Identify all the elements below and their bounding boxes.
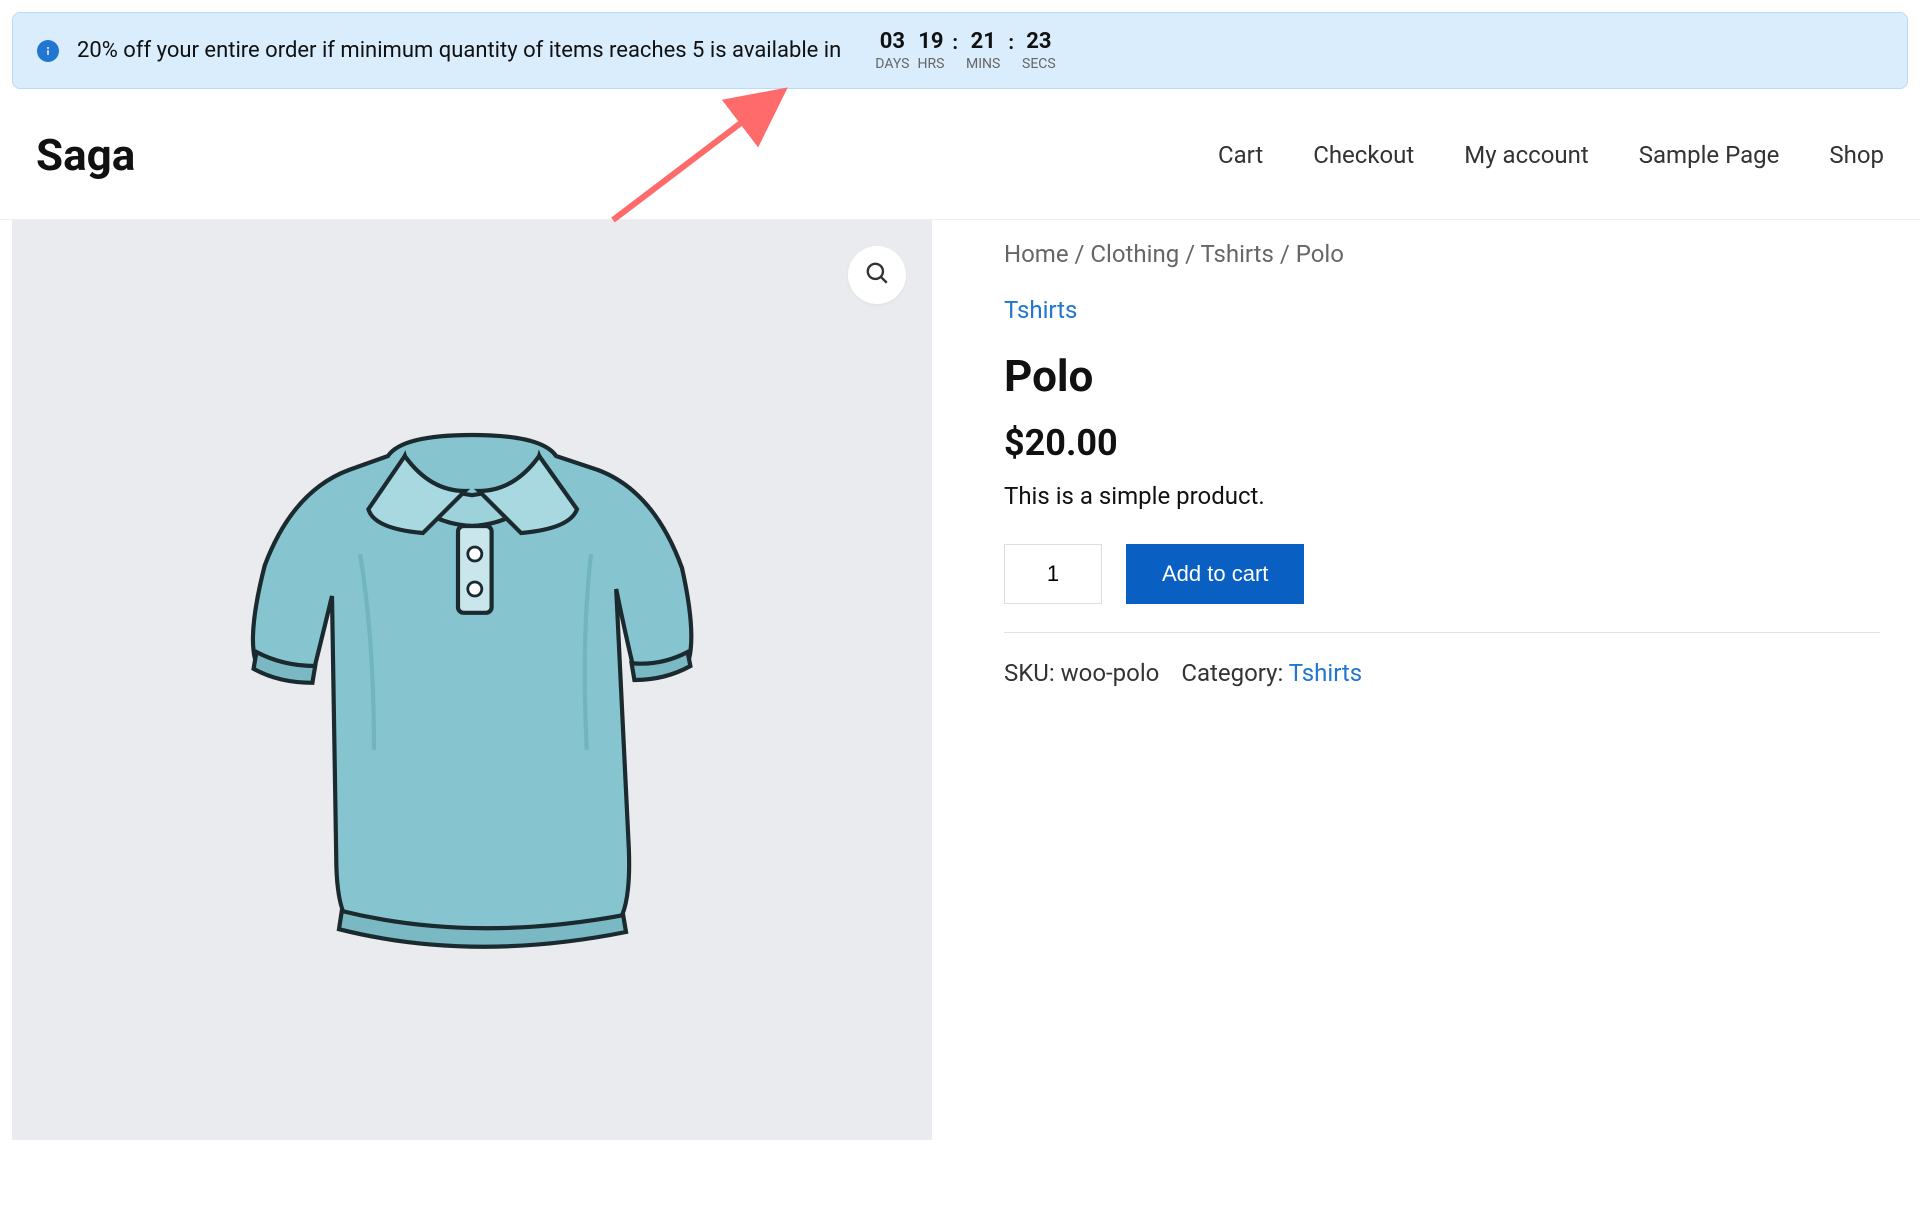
divider (1004, 632, 1880, 633)
nav-sample[interactable]: Sample Page (1639, 141, 1780, 169)
countdown-days-label: DAYS (875, 56, 909, 72)
magnifier-icon (864, 260, 890, 290)
countdown-days: 03 DAYS (875, 29, 909, 72)
product-meta: SKU: woo-polo Category: Tshirts (1004, 659, 1880, 687)
product-description: This is a simple product. (1004, 482, 1880, 510)
countdown-mins-value: 21 (971, 29, 996, 54)
sku-value: woo-polo (1061, 659, 1160, 687)
countdown-mins: 21 MINS (966, 29, 1000, 72)
product-title: Polo (1004, 350, 1880, 402)
breadcrumb-home[interactable]: Home (1004, 240, 1069, 268)
countdown-secs-label: SECS (1022, 56, 1056, 72)
product-details: Home / Clothing / Tshirts / Polo Tshirts… (932, 220, 1920, 1140)
product-page: Home / Clothing / Tshirts / Polo Tshirts… (0, 220, 1920, 1140)
countdown: 03 DAYS 19 HRS : 21 MINS : 23 SECS (875, 29, 1055, 72)
header: Saga Cart Checkout My account Sample Pag… (0, 101, 1920, 220)
breadcrumb-clothing[interactable]: Clothing (1090, 240, 1179, 268)
nav-shop[interactable]: Shop (1829, 141, 1884, 169)
countdown-sep: : (952, 29, 958, 55)
countdown-mins-label: MINS (966, 56, 1000, 72)
breadcrumb: Home / Clothing / Tshirts / Polo (1004, 240, 1880, 268)
category-value-link[interactable]: Tshirts (1289, 659, 1362, 687)
info-icon (37, 40, 59, 62)
quantity-input[interactable] (1004, 544, 1102, 604)
breadcrumb-current: Polo (1296, 240, 1344, 268)
category-link[interactable]: Tshirts (1004, 296, 1077, 324)
zoom-button[interactable] (848, 246, 906, 304)
countdown-days-value: 03 (880, 29, 905, 54)
nav-checkout[interactable]: Checkout (1313, 141, 1414, 169)
promo-text: 20% off your entire order if minimum qua… (77, 38, 841, 63)
add-to-cart-button[interactable]: Add to cart (1126, 544, 1304, 604)
countdown-secs: 23 SECS (1022, 29, 1056, 72)
promo-banner: 20% off your entire order if minimum qua… (12, 12, 1908, 89)
countdown-sep: : (1008, 29, 1014, 55)
countdown-hours-label: HRS (917, 56, 944, 72)
category-label: Category: (1181, 659, 1288, 687)
countdown-secs-value: 23 (1026, 29, 1051, 54)
countdown-hours: 19 HRS (917, 29, 944, 72)
main-nav: Cart Checkout My account Sample Page Sho… (1218, 141, 1884, 169)
nav-account[interactable]: My account (1464, 141, 1588, 169)
product-price: $20.00 (1004, 422, 1880, 464)
countdown-hours-value: 19 (918, 29, 943, 54)
nav-cart[interactable]: Cart (1218, 141, 1263, 169)
breadcrumb-tshirts[interactable]: Tshirts (1201, 240, 1274, 268)
add-to-cart-row: Add to cart (1004, 544, 1880, 604)
brand-logo[interactable]: Saga (36, 129, 135, 181)
product-image[interactable] (12, 220, 932, 1140)
product-illustration (192, 380, 752, 980)
sku-label: SKU: (1004, 659, 1061, 687)
